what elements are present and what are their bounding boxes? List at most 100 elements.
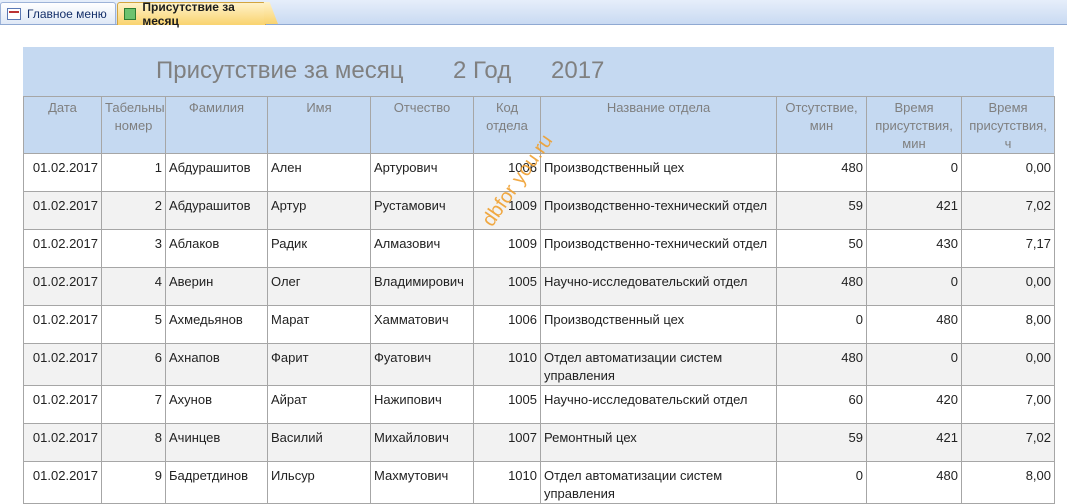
- report-header: Присутствие за месяц 2 Год 2017: [23, 47, 1054, 96]
- table-cell-code: 1007: [473, 423, 541, 462]
- table-cell-present-h: 7,00: [961, 385, 1055, 424]
- table-cell-dept: Производственно-технический отдел: [540, 191, 777, 230]
- table-cell-absent: 480: [776, 343, 867, 386]
- table-row: 01.02.2017 9 Бадретдинов Ильсур Махмутович 10…: [23, 461, 1055, 504]
- table-cell-present-min: 480: [866, 305, 962, 344]
- table-cell-middle: Махмутович: [370, 461, 474, 504]
- table-cell-dept: Отдел автоматизации систем управления: [540, 343, 777, 386]
- table-cell-last: Бадретдинов: [165, 461, 268, 504]
- table-cell-last: Аблаков: [165, 229, 268, 268]
- table-cell-tab: 8: [101, 423, 166, 462]
- table-row: 01.02.2017 4 Аверин Олег Владимирович 1005 Нау…: [23, 267, 1055, 306]
- table-cell-tab: 7: [101, 385, 166, 424]
- table-cell-tab: 6: [101, 343, 166, 386]
- attendance-table: Дата Табельный номер Фамилия Имя Отчеств…: [23, 96, 1055, 504]
- tab-main-menu[interactable]: Главное меню: [0, 2, 116, 24]
- table-row: 01.02.2017 1 Абдурашитов Ален Артурович 1006 П…: [23, 153, 1055, 192]
- table-cell-first: Фарит: [267, 343, 371, 386]
- table-cell-present-min: 421: [866, 191, 962, 230]
- tab-monthly-attendance[interactable]: Присутствие за месяц: [117, 0, 266, 28]
- report-period: 2 Год: [453, 57, 512, 84]
- column-header: Время присутствия, мин: [866, 96, 962, 154]
- column-header: Название отдела: [540, 96, 777, 154]
- table-cell-present-h: 7,17: [961, 229, 1055, 268]
- table-cell-middle: Алмазович: [370, 229, 474, 268]
- table-cell-code: 1009: [473, 229, 541, 268]
- table-cell-middle: Нажипович: [370, 385, 474, 424]
- table-cell-middle: Михайлович: [370, 423, 474, 462]
- table-cell-tab: 2: [101, 191, 166, 230]
- table-cell-present-h: 8,00: [961, 461, 1055, 504]
- table-row: 01.02.2017 2 Абдурашитов Артур Рустамович 100…: [23, 191, 1055, 230]
- table-cell-code: 1006: [473, 305, 541, 344]
- table-cell-present-h: 7,02: [961, 191, 1055, 230]
- table-cell-date: 01.02.2017: [23, 267, 102, 306]
- table-cell-date: 01.02.2017: [23, 305, 102, 344]
- table-cell-present-h: 0,00: [961, 153, 1055, 192]
- table-cell-code: 1010: [473, 461, 541, 504]
- table-cell-first: Айрат: [267, 385, 371, 424]
- table-cell-last: Ачинцев: [165, 423, 268, 462]
- table-cell-absent: 0: [776, 305, 867, 344]
- table-cell-date: 01.02.2017: [23, 191, 102, 230]
- table-cell-code: 1010: [473, 343, 541, 386]
- table-cell-middle: Артурович: [370, 153, 474, 192]
- table-cell-first: Ильсур: [267, 461, 371, 504]
- table-cell-dept: Производственный цех: [540, 305, 777, 344]
- table-cell-first: Артур: [267, 191, 371, 230]
- table-cell-middle: Хамматович: [370, 305, 474, 344]
- table-cell-date: 01.02.2017: [23, 153, 102, 192]
- report-year: 2017: [551, 57, 605, 84]
- table-cell-present-min: 0: [866, 267, 962, 306]
- column-header: Имя: [267, 96, 371, 154]
- table-cell-present-h: 7,02: [961, 423, 1055, 462]
- table-cell-code: 1009: [473, 191, 541, 230]
- table-cell-code: 1006: [473, 153, 541, 192]
- table-cell-date: 01.02.2017: [23, 423, 102, 462]
- table-cell-last: Абдурашитов: [165, 153, 268, 192]
- form-icon: [7, 7, 21, 20]
- table-cell-first: Олег: [267, 267, 371, 306]
- table-row: 01.02.2017 7 Ахунов Айрат Нажипович 1005 Научн…: [23, 385, 1055, 424]
- table-cell-tab: 4: [101, 267, 166, 306]
- table-cell-middle: Рустамович: [370, 191, 474, 230]
- table-cell-present-min: 0: [866, 153, 962, 192]
- report-icon: [124, 8, 137, 20]
- table-cell-tab: 9: [101, 461, 166, 504]
- table-row: 01.02.2017 6 Ахнапов Фарит Фуатович 1010 Отдел…: [23, 343, 1055, 386]
- tab-label: Присутствие за месяц: [142, 0, 235, 28]
- table-cell-present-min: 421: [866, 423, 962, 462]
- table-row: 01.02.2017 3 Аблаков Радик Алмазович 1009 Прои…: [23, 229, 1055, 268]
- table-cell-dept: Научно-исследовательский отдел: [540, 267, 777, 306]
- table-cell-tab: 1: [101, 153, 166, 192]
- table-header-row: Дата Табельный номер Фамилия Имя Отчеств…: [23, 96, 1055, 154]
- table-cell-present-h: 8,00: [961, 305, 1055, 344]
- table-cell-present-min: 430: [866, 229, 962, 268]
- column-header: Фамилия: [165, 96, 268, 154]
- table-cell-last: Аверин: [165, 267, 268, 306]
- table-cell-absent: 59: [776, 191, 867, 230]
- table-cell-absent: 0: [776, 461, 867, 504]
- report-title: Присутствие за месяц: [156, 57, 404, 84]
- table-cell-dept: Отдел автоматизации систем управления: [540, 461, 777, 504]
- table-cell-code: 1005: [473, 267, 541, 306]
- column-header: Код отдела: [473, 96, 541, 154]
- table-cell-last: Абдурашитов: [165, 191, 268, 230]
- table-cell-tab: 5: [101, 305, 166, 344]
- table-cell-present-h: 0,00: [961, 343, 1055, 386]
- table-row: 01.02.2017 8 Ачинцев Василий Михайлович 1007 Р…: [23, 423, 1055, 462]
- table-cell-tab: 3: [101, 229, 166, 268]
- table-cell-dept: Производственный цех: [540, 153, 777, 192]
- table-cell-present-min: 480: [866, 461, 962, 504]
- column-header: Время присутствия, ч: [961, 96, 1055, 154]
- table-cell-absent: 59: [776, 423, 867, 462]
- tab-edge: [264, 2, 278, 24]
- table-cell-absent: 50: [776, 229, 867, 268]
- table-cell-dept: Производственно-технический отдел: [540, 229, 777, 268]
- table-cell-date: 01.02.2017: [23, 229, 102, 268]
- table-cell-date: 01.02.2017: [23, 385, 102, 424]
- table-cell-first: Ален: [267, 153, 371, 192]
- table-cell-last: Ахнапов: [165, 343, 268, 386]
- column-header: Отсутствие, мин: [776, 96, 867, 154]
- table-cell-first: Марат: [267, 305, 371, 344]
